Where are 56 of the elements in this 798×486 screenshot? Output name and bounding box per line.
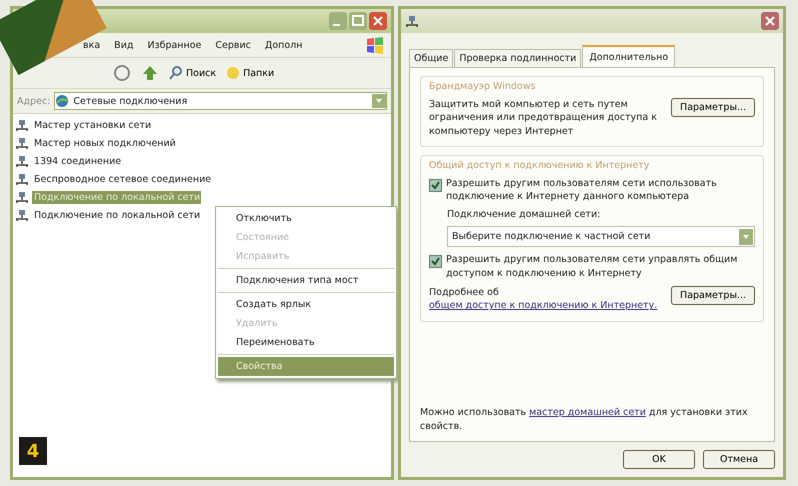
windows-logo-icon — [365, 35, 385, 55]
network-icon — [15, 137, 29, 150]
info-text: Можно использовать мастер домашней сети для установки этих свойств. — [420, 406, 749, 433]
settings-button[interactable]: Параметры... — [671, 286, 755, 306]
menu-item[interactable]: Дополн — [264, 40, 302, 50]
wizard-link[interactable]: мастер домашней сети — [529, 407, 646, 418]
connection-item[interactable]: Подключение по локальной сети — [32, 209, 202, 222]
checkbox-label: Разрешить другим пользователям сети управлять общим доступом к подключению к Интернету — [446, 253, 738, 280]
menu-item[interactable]: Отключить — [218, 209, 394, 228]
menu-item[interactable]: Сервис — [215, 40, 251, 50]
cancel-button[interactable]: Отмена — [703, 450, 775, 469]
group-title: Брандмауэр Windows — [429, 81, 536, 92]
folders-button[interactable]: Папки — [226, 66, 274, 80]
tab[interactable]: Общие — [409, 49, 454, 67]
address-field[interactable]: Сетевые подключения — [54, 92, 387, 110]
network-icon — [15, 209, 29, 222]
checkbox-label: Разрешить другим пользователям сети использовать подключение к Интернету данного компьютера — [446, 176, 718, 204]
close-icon — [761, 12, 779, 30]
description-text: Защитить мой компьютер и сеть путем ограничения или предотвращения доступа к компьютеру через Интернет — [429, 98, 658, 138]
group-title: Общий доступ к подключению к Интернету — [429, 160, 650, 171]
close-icon — [369, 12, 387, 30]
maximize-icon — [349, 12, 367, 30]
minimize-icon — [329, 12, 347, 30]
globe-icon — [55, 94, 70, 108]
menu-item[interactable]: Переименовать — [218, 333, 394, 352]
field-label: Подключение домашней сети: — [446, 209, 602, 220]
connection-dropdown[interactable]: Выберите подключение к частной сети — [447, 226, 755, 248]
network-icon — [405, 14, 419, 28]
checkbox[interactable] — [429, 178, 442, 192]
menu-item[interactable]: Создать ярлык — [218, 295, 394, 314]
menu-item[interactable]: Подключения типа мост — [218, 271, 394, 290]
network-icon — [15, 173, 29, 186]
check-icon — [431, 180, 440, 190]
connection-item[interactable]: Мастер установки сети — [32, 119, 154, 132]
connection-item[interactable]: Мастер новых подключений — [32, 137, 178, 150]
network-icon — [15, 119, 29, 132]
info-text: Подробнее об общем доступе к подключению к Интернету. — [429, 286, 658, 313]
figure-number: 4 — [19, 437, 47, 465]
network-icon — [15, 155, 29, 168]
help-link[interactable]: общем доступе к подключению к Интернету. — [429, 300, 658, 312]
menu-item[interactable]: Избранное — [147, 40, 202, 50]
address-label: Адрес: — [17, 96, 50, 106]
search-button[interactable]: Поиск — [169, 66, 216, 80]
menu-item[interactable]: вка — [83, 40, 100, 50]
connection-item[interactable]: 1394 соединение — [32, 155, 124, 168]
checkbox[interactable] — [429, 255, 442, 268]
settings-button[interactable]: Параметры... — [671, 98, 755, 117]
search-icon — [169, 66, 183, 80]
tab[interactable]: Проверка подлинности — [454, 49, 582, 67]
network-icon — [15, 191, 29, 204]
connection-item[interactable]: Беспроводное сетевое соединение — [32, 173, 214, 186]
tab[interactable]: Дополнительно — [582, 45, 676, 67]
ok-button[interactable]: OK — [623, 450, 695, 469]
up-arrow-icon — [141, 64, 159, 82]
menu-item[interactable]: Вид — [114, 40, 134, 50]
check-icon — [431, 257, 440, 266]
